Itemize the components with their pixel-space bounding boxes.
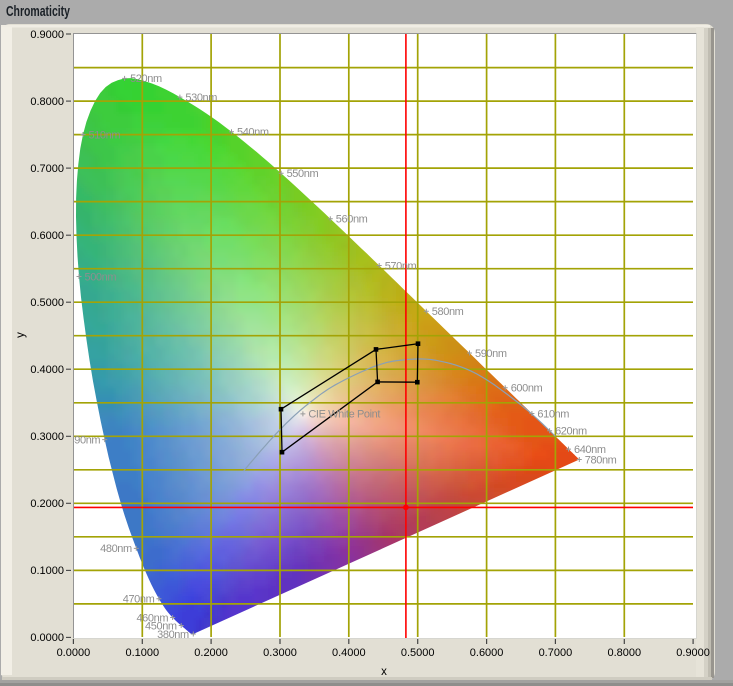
svg-text:x: x — [381, 666, 387, 678]
svg-text:0.5000: 0.5000 — [30, 297, 64, 309]
svg-text:Chromaticity: Chromaticity — [6, 4, 70, 20]
svg-text:0.7000: 0.7000 — [539, 647, 573, 659]
svg-text:CIE White Point: CIE White Point — [308, 409, 380, 421]
svg-text:0.3000: 0.3000 — [263, 647, 297, 659]
svg-text:0.1000: 0.1000 — [30, 565, 64, 577]
svg-text:590nm: 590nm — [475, 348, 507, 360]
svg-text:0.8000: 0.8000 — [607, 647, 641, 659]
svg-text:0.1000: 0.1000 — [125, 647, 159, 659]
svg-text:0.2000: 0.2000 — [30, 498, 64, 510]
svg-text:0.9000: 0.9000 — [676, 647, 710, 659]
svg-text:540nm: 540nm — [237, 127, 269, 139]
svg-text:470nm: 470nm — [123, 594, 155, 606]
svg-text:0.4000: 0.4000 — [30, 364, 64, 376]
svg-text:0.9000: 0.9000 — [30, 29, 64, 41]
svg-text:600nm: 600nm — [511, 383, 543, 395]
svg-text:0.8000: 0.8000 — [30, 96, 64, 108]
svg-text:0.2000: 0.2000 — [194, 647, 228, 659]
svg-text:620nm: 620nm — [555, 426, 587, 438]
svg-text:0.4000: 0.4000 — [332, 647, 366, 659]
svg-text:500nm: 500nm — [85, 271, 117, 283]
svg-text:y: y — [15, 332, 27, 338]
svg-text:610nm: 610nm — [537, 408, 569, 420]
svg-text:0.7000: 0.7000 — [30, 163, 64, 175]
svg-text:780nm: 780nm — [585, 454, 617, 466]
svg-text:0.6000: 0.6000 — [470, 647, 504, 659]
svg-text:0.3000: 0.3000 — [30, 431, 64, 443]
svg-text:520nm: 520nm — [130, 73, 162, 85]
svg-text:560nm: 560nm — [336, 214, 368, 226]
svg-text:530nm: 530nm — [185, 92, 217, 104]
svg-text:0.5000: 0.5000 — [401, 647, 435, 659]
svg-text:0.0000: 0.0000 — [30, 632, 64, 644]
svg-text:580nm: 580nm — [432, 306, 464, 318]
svg-text:0.0000: 0.0000 — [57, 647, 91, 659]
svg-text:480nm: 480nm — [100, 543, 132, 555]
svg-text:570nm: 570nm — [385, 260, 417, 272]
svg-text:510nm: 510nm — [89, 129, 121, 141]
svg-text:550nm: 550nm — [287, 168, 319, 180]
svg-text:0.6000: 0.6000 — [30, 230, 64, 242]
